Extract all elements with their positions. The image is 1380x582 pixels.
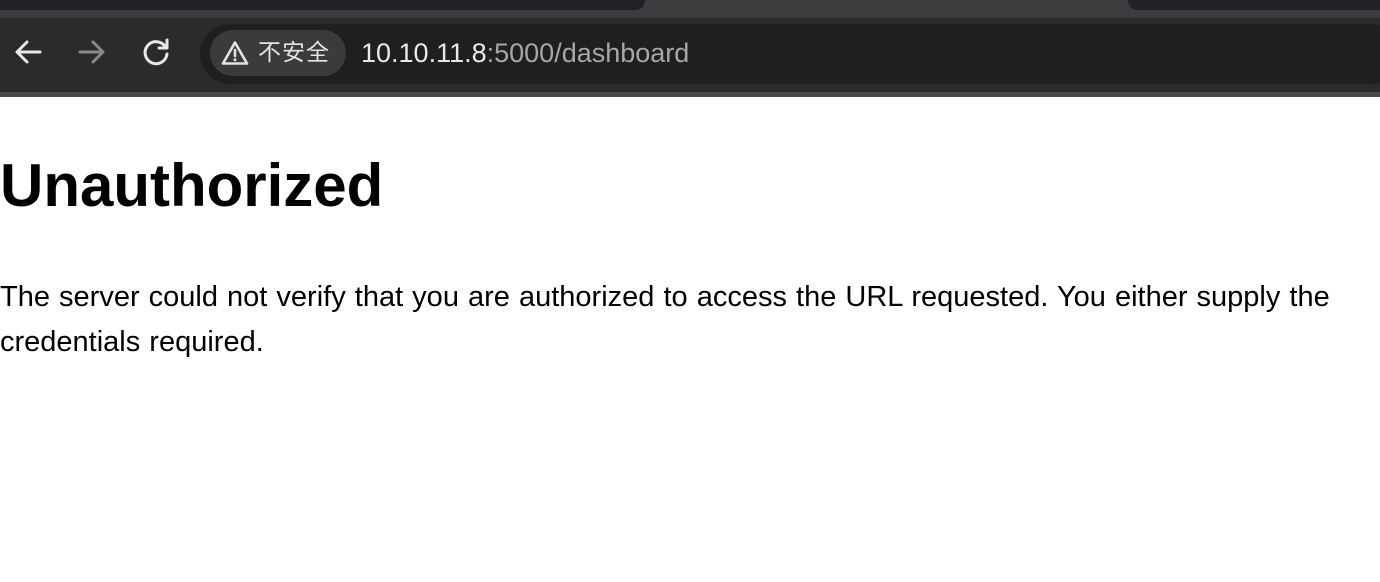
url-path: :5000/dashboard — [486, 38, 690, 68]
security-chip[interactable]: 不安全 — [210, 30, 346, 76]
tab-strip — [0, 0, 1380, 18]
back-button[interactable] — [13, 37, 43, 67]
arrow-right-icon — [78, 40, 105, 64]
page-title: Unauthorized — [0, 152, 384, 219]
forward-button[interactable] — [77, 37, 107, 67]
toolbar-divider — [0, 92, 1380, 97]
reload-icon — [143, 38, 169, 66]
tab[interactable] — [0, 0, 645, 10]
tab[interactable] — [1128, 0, 1380, 10]
url-text[interactable]: 10.10.11.8:5000/dashboard — [361, 24, 689, 82]
warning-triangle-icon — [221, 41, 249, 65]
security-chip-label: 不安全 — [258, 40, 330, 66]
error-message: The server could not verify that you are… — [0, 281, 1330, 358]
reload-button[interactable] — [141, 37, 171, 67]
url-host: 10.10.11.8 — [361, 38, 487, 68]
arrow-left-icon — [15, 40, 42, 64]
browser-toolbar: 不安全 10.10.11.8:5000/dashboard — [0, 18, 1380, 92]
address-bar[interactable]: 不安全 10.10.11.8:5000/dashboard — [200, 24, 1380, 84]
